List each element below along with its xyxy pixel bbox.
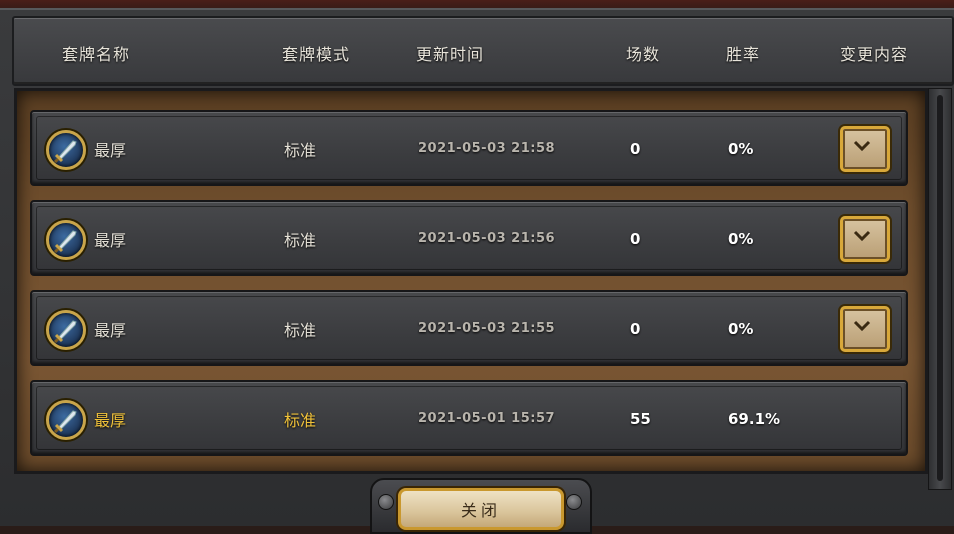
games-count: 0 — [630, 230, 641, 248]
deck-row-current[interactable]: 最厚 标准 2021-05-01 15:57 55 69.1% — [30, 380, 908, 456]
sword-icon — [46, 220, 86, 260]
deck-name: 最厚 — [94, 321, 127, 340]
win-rate: 0% — [728, 140, 754, 158]
deck-name: 最厚 — [94, 141, 127, 160]
close-button-label: 关闭 — [460, 501, 501, 520]
win-rate: 0% — [728, 320, 754, 338]
header-games: 场数 — [626, 45, 661, 64]
bolt-decoration — [566, 494, 582, 510]
updated-time: 2021-05-03 21:58 — [418, 141, 556, 156]
win-rate: 0% — [728, 230, 754, 248]
scrollbar-track[interactable] — [937, 95, 943, 481]
scrollbar[interactable] — [928, 88, 952, 490]
expand-changes-button[interactable] — [840, 216, 890, 262]
games-count: 0 — [630, 140, 641, 158]
updated-time: 2021-05-03 21:56 — [418, 231, 556, 246]
updated-time: 2021-05-03 21:55 — [418, 321, 556, 336]
sword-icon — [46, 310, 86, 350]
expand-changes-button[interactable] — [840, 126, 890, 172]
chevron-down-icon — [853, 230, 871, 242]
header-deck-mode: 套牌模式 — [282, 45, 351, 64]
expand-changes-button[interactable] — [840, 306, 890, 352]
header-changes: 变更内容 — [840, 45, 909, 64]
header-win-rate: 胜率 — [726, 45, 761, 64]
games-count: 0 — [630, 320, 641, 338]
sword-icon — [46, 400, 86, 440]
games-count: 55 — [630, 410, 651, 428]
updated-time: 2021-05-01 15:57 — [418, 411, 556, 426]
deck-mode: 标准 — [284, 141, 317, 160]
deck-name: 最厚 — [94, 231, 127, 250]
deck-mode: 标准 — [284, 231, 317, 250]
sword-icon — [46, 130, 86, 170]
chevron-down-icon — [853, 140, 871, 152]
win-rate: 69.1% — [728, 410, 781, 428]
deck-name: 最厚 — [94, 411, 127, 430]
header-deck-name: 套牌名称 — [62, 45, 131, 64]
header-updated-time: 更新时间 — [416, 45, 485, 64]
bolt-decoration — [378, 494, 394, 510]
table-header: 套牌名称 套牌模式 更新时间 场数 胜率 变更内容 — [12, 16, 954, 86]
deck-mode: 标准 — [284, 321, 317, 340]
deck-row[interactable]: 最厚 标准 2021-05-03 21:56 0 0% — [30, 200, 908, 276]
deck-mode: 标准 — [284, 411, 317, 430]
deck-row[interactable]: 最厚 标准 2021-05-03 21:55 0 0% — [30, 290, 908, 366]
deck-row[interactable]: 最厚 标准 2021-05-03 21:58 0 0% — [30, 110, 908, 186]
chevron-down-icon — [853, 320, 871, 332]
